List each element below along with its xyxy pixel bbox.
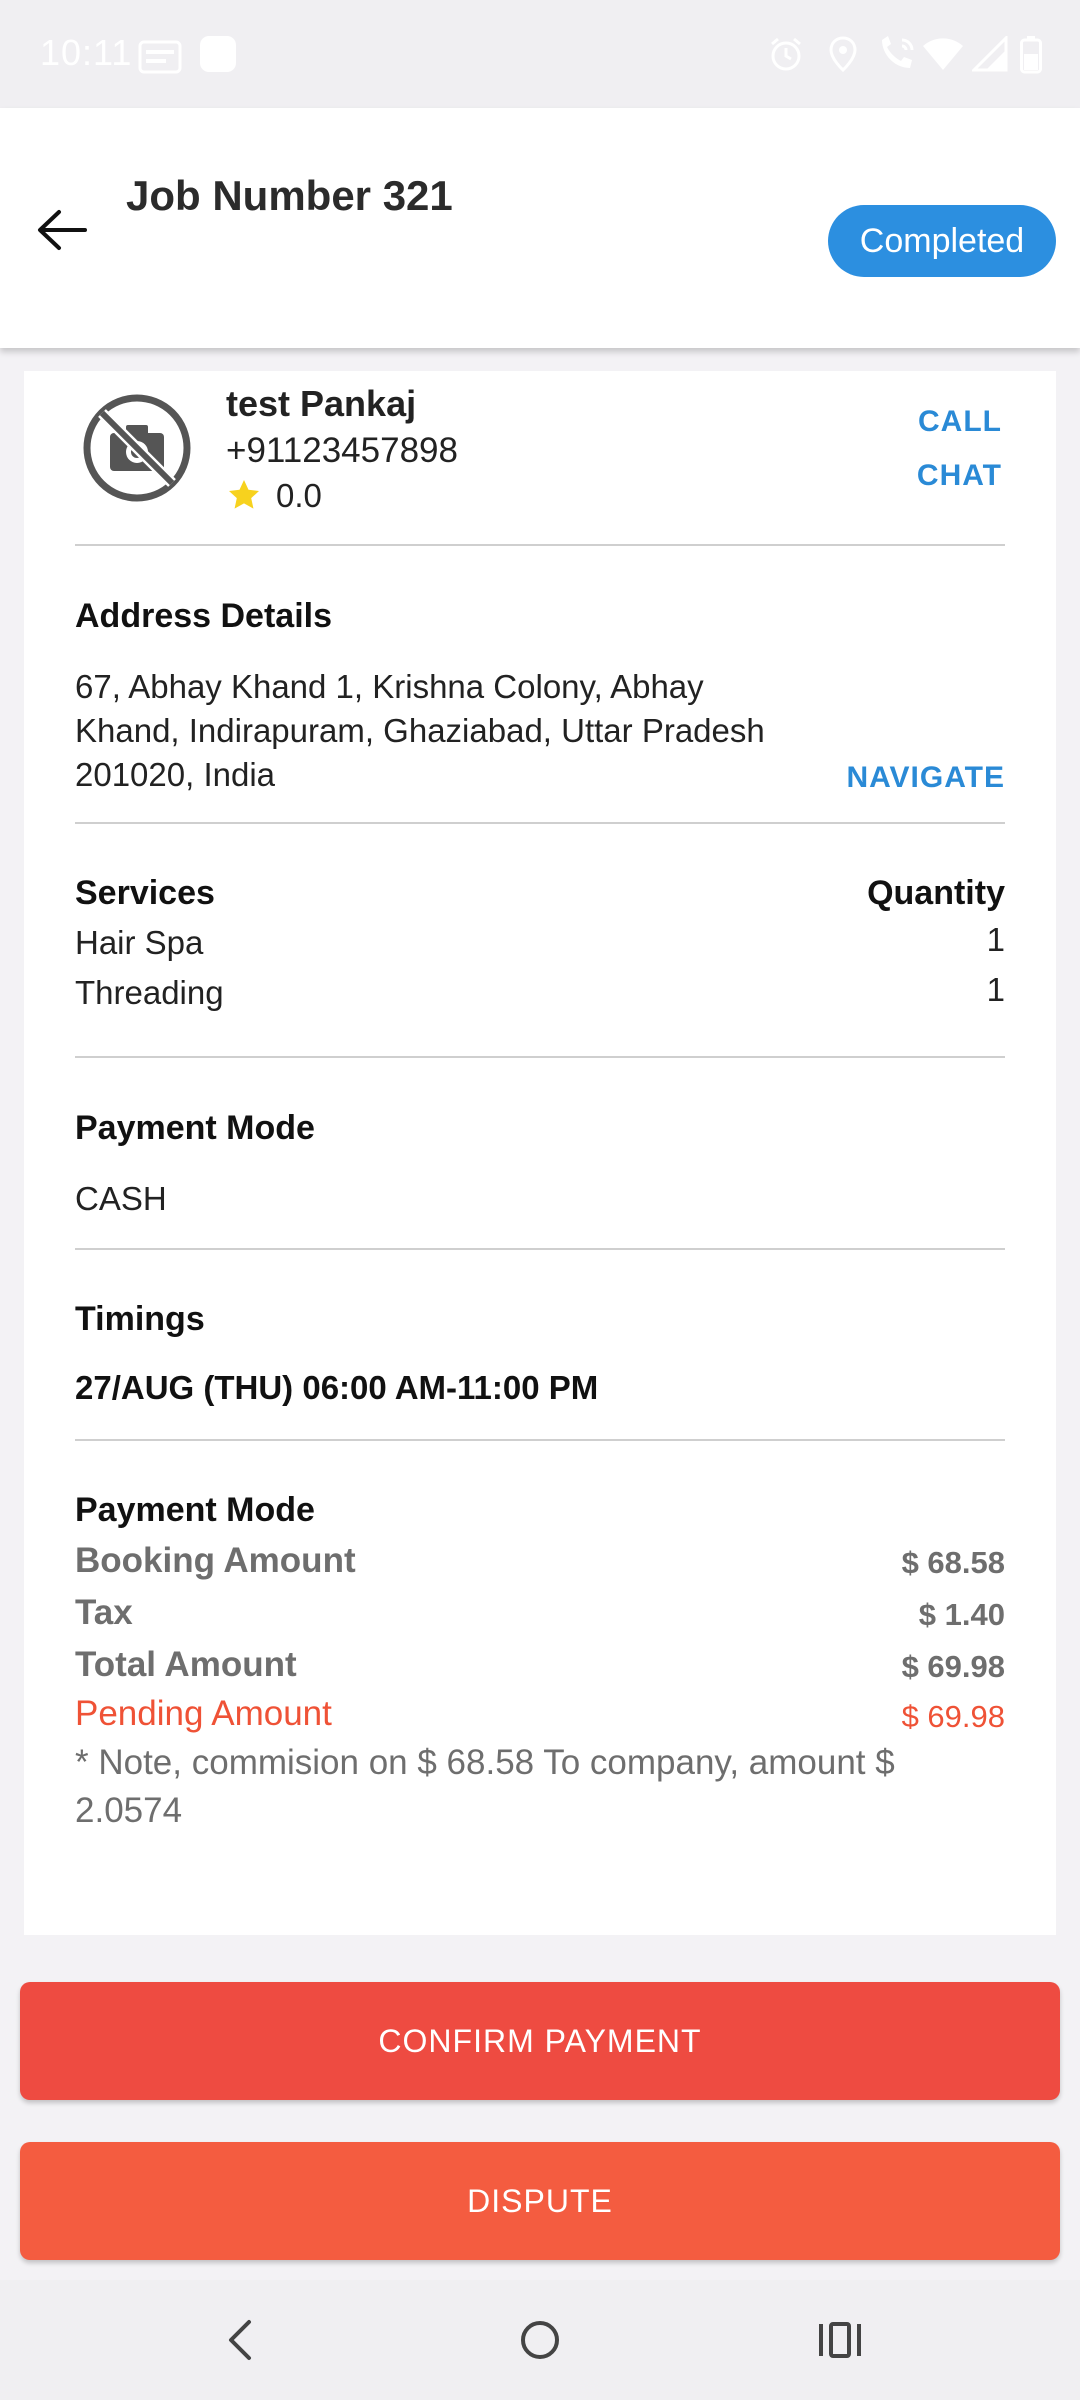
booking-amount-value: $ 68.58 bbox=[901, 1545, 1005, 1580]
recents-icon bbox=[819, 2322, 861, 2358]
data-speed-icon bbox=[138, 40, 182, 74]
service-name: Hair Spa bbox=[75, 924, 204, 961]
service-quantity: 1 bbox=[986, 921, 1005, 958]
back-button[interactable] bbox=[30, 198, 94, 262]
app-bar: Job Number 321 Completed bbox=[0, 108, 1080, 348]
booking-amount-label: Booking Amount bbox=[75, 1541, 356, 1580]
address-line-3: 201020, India bbox=[75, 756, 276, 793]
address-line-2: Khand, Indirapuram, Ghaziabad, Uttar Pra… bbox=[75, 712, 765, 749]
chat-link[interactable]: CHAT bbox=[917, 459, 1002, 493]
customer-rating: 0.0 bbox=[276, 477, 322, 514]
star-icon bbox=[229, 480, 259, 509]
commission-note: * Note, commision on $ 68.58 To company,… bbox=[75, 1743, 895, 1830]
home-circle-icon bbox=[521, 2321, 559, 2359]
arrow-back-icon bbox=[38, 210, 87, 250]
payment-mode-title: Payment Mode bbox=[75, 1109, 315, 1147]
divider bbox=[75, 544, 1005, 546]
pending-amount-label: Pending Amount bbox=[75, 1694, 332, 1733]
address-title: Address Details bbox=[75, 597, 332, 635]
nav-back-button[interactable] bbox=[210, 2310, 270, 2370]
call-link[interactable]: CALL bbox=[918, 405, 1002, 439]
customer-name: test Pankaj bbox=[226, 383, 417, 424]
total-amount-label: Total Amount bbox=[75, 1645, 297, 1684]
confirm-payment-button[interactable]: CONFIRM PAYMENT bbox=[20, 1982, 1060, 2100]
system-nav-bar bbox=[0, 2280, 1080, 2400]
tax-label: Tax bbox=[75, 1593, 133, 1632]
customer-phone: +91123457898 bbox=[226, 431, 458, 470]
total-amount-value: $ 69.98 bbox=[901, 1649, 1005, 1684]
chevron-left-icon bbox=[229, 2320, 251, 2360]
no-photo-icon bbox=[83, 394, 191, 502]
divider bbox=[75, 1056, 1005, 1058]
address-line-1: 67, Abhay Khand 1, Krishna Colony, Abhay bbox=[75, 668, 704, 705]
timings-title: Timings bbox=[75, 1300, 205, 1338]
job-details-card: test Pankaj +91123457898 0.0 CALL CHAT A… bbox=[24, 371, 1056, 1935]
status-bar: 10:11 bbox=[0, 0, 1080, 108]
navigate-link[interactable]: NAVIGATE bbox=[846, 761, 1005, 795]
quantity-header: Quantity bbox=[867, 874, 1005, 912]
location-icon bbox=[829, 36, 857, 72]
signal-icon bbox=[972, 36, 1008, 72]
tax-value: $ 1.40 bbox=[918, 1597, 1005, 1632]
pending-amount-value: $ 69.98 bbox=[901, 1699, 1005, 1734]
nav-home-button[interactable] bbox=[510, 2310, 570, 2370]
billing-title: Payment Mode bbox=[75, 1491, 315, 1529]
divider bbox=[75, 1248, 1005, 1250]
wifi-calling-icon bbox=[882, 36, 914, 68]
wifi-icon bbox=[923, 38, 963, 70]
payment-mode-value: CASH bbox=[75, 1180, 167, 1217]
service-quantity: 1 bbox=[986, 971, 1005, 1008]
divider bbox=[75, 822, 1005, 824]
status-time: 10:11 bbox=[40, 32, 133, 73]
app-notification-icon bbox=[200, 36, 236, 72]
nav-recents-button[interactable] bbox=[810, 2310, 870, 2370]
page-title: Job Number 321 bbox=[126, 172, 453, 219]
service-name: Threading bbox=[75, 974, 224, 1011]
timings-value: 27/AUG (THU) 06:00 AM-11:00 PM bbox=[75, 1369, 599, 1406]
divider bbox=[75, 1439, 1005, 1441]
battery-icon bbox=[1020, 36, 1042, 74]
status-badge: Completed bbox=[828, 205, 1056, 277]
dispute-button[interactable]: DISPUTE bbox=[20, 2142, 1060, 2260]
alarm-icon bbox=[771, 37, 801, 71]
services-title: Services bbox=[75, 874, 215, 912]
